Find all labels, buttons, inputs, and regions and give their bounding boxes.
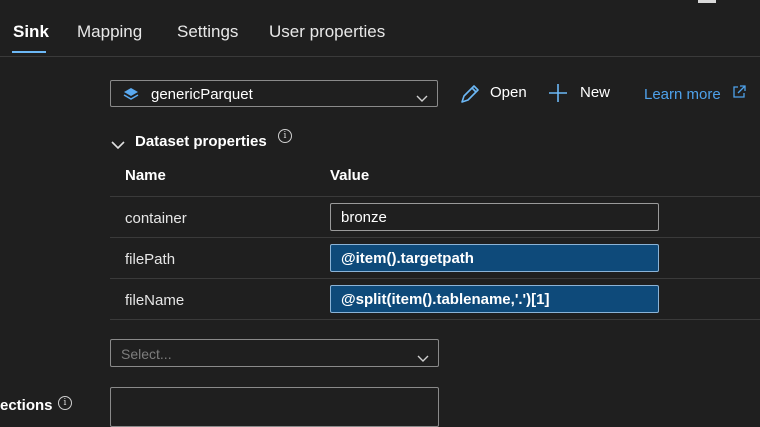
pencil-icon[interactable] [459,83,481,110]
tab-mapping[interactable]: Mapping [77,22,142,42]
new-dataset-button[interactable]: New [580,84,610,101]
tab-settings[interactable]: Settings [177,22,238,42]
collapse-chevron-icon[interactable] [111,137,125,155]
external-link-icon[interactable] [732,85,746,104]
column-header-name: Name [125,167,166,184]
secondary-select[interactable]: Select... [110,339,439,367]
window-edge-mark [698,0,716,3]
sink-dataset-select[interactable]: genericParquet [110,80,438,107]
parquet-dataset-icon [123,87,139,106]
tab-user-properties[interactable]: User properties [269,22,385,42]
column-header-value: Value [330,167,370,184]
tab-divider [0,56,760,57]
property-value-filepath-input[interactable]: @item().targetpath [330,244,659,272]
bottom-section-label: ections [0,397,53,414]
bottom-input-box[interactable] [110,387,439,427]
active-tab-indicator [12,51,46,53]
property-name-container: container [125,210,187,227]
chevron-down-icon [417,350,429,368]
property-name-filename: fileName [125,292,185,309]
row-divider [110,237,760,238]
learn-more-label: Learn more [644,86,721,103]
sink-dataset-value: genericParquet [151,86,253,103]
dataset-properties-title[interactable]: Dataset properties [135,133,267,150]
plus-icon[interactable] [548,83,568,108]
row-divider [110,196,760,197]
learn-more-link[interactable]: Learn more [644,86,721,103]
property-value-filename-input[interactable]: @split(item().tablename,'.')[1] [330,285,659,313]
row-divider [110,319,760,320]
tab-sink[interactable]: Sink [13,22,49,42]
open-dataset-button[interactable]: Open [490,84,527,101]
info-icon[interactable]: i [58,396,72,410]
info-icon[interactable]: i [278,129,292,143]
select-placeholder: Select... [121,346,172,362]
row-divider [110,278,760,279]
chevron-down-icon [416,90,428,108]
property-value-container-input[interactable]: bronze [330,203,659,231]
property-name-filepath: filePath [125,251,176,268]
